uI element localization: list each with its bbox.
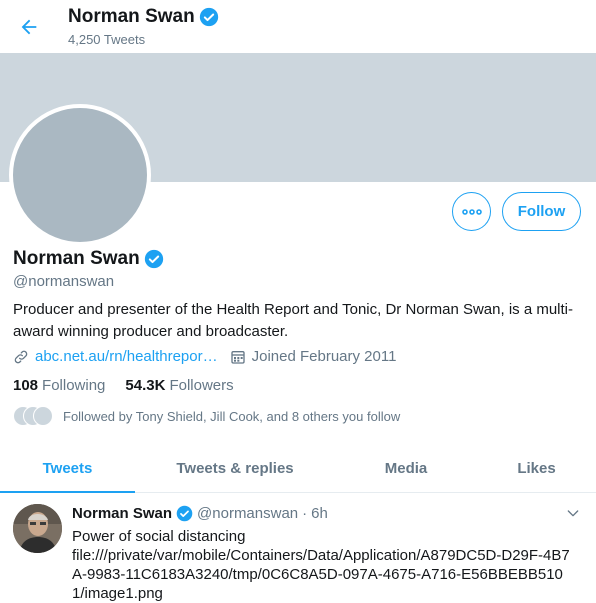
tab-likes[interactable]: Likes [477, 444, 596, 492]
following-stat[interactable]: 108 Following [13, 377, 105, 394]
profile-stats: 108 Following 54.3K Followers [13, 377, 234, 394]
profile-bio: Producer and presenter of the Health Rep… [13, 301, 573, 340]
profile-header-bar: Norman Swan 4,250 Tweets [0, 0, 596, 53]
tweet-text: Power of social distancing file:///priva… [72, 527, 572, 603]
mutual-follower-avatars [13, 406, 55, 426]
arrow-left-icon [21, 19, 37, 35]
profile-name: Norman Swan [13, 248, 140, 269]
header-tweet-count: 4,250 Tweets [68, 32, 146, 47]
tweet-time[interactable]: 6h [311, 505, 328, 522]
tab-media[interactable]: Media [335, 444, 477, 492]
profile-joined-date: Joined February 2011 [251, 348, 397, 365]
chevron-down-icon [567, 510, 579, 517]
followers-you-know[interactable]: Followed by Tony Shield, Jill Cook, and … [13, 406, 400, 426]
profile-handle: @normanswan [13, 273, 115, 290]
followed-by-text: Followed by Tony Shield, Jill Cook, and … [63, 408, 401, 424]
profile-name-row: Norman Swan [13, 248, 164, 270]
more-options-button[interactable] [452, 192, 491, 231]
profile-meta: abc.net.au/rn/healthrepor… Joined Februa… [13, 348, 396, 365]
followers-label: Followers [169, 377, 234, 394]
follow-button[interactable]: Follow [502, 192, 581, 231]
tweet-text-line: Power of social distancing [72, 528, 246, 545]
tweet-avatar[interactable] [13, 504, 62, 553]
verified-badge-icon [176, 505, 193, 522]
profile-avatar[interactable] [9, 104, 151, 246]
tab-tweets-and-replies[interactable]: Tweets & replies [135, 444, 335, 492]
verified-badge-icon [199, 7, 218, 27]
tweet-author-name[interactable]: Norman Swan [72, 505, 172, 522]
avatar [33, 406, 53, 426]
tab-tweets[interactable]: Tweets [0, 444, 135, 493]
tweet-header: Norman Swan @normanswan · 6h [72, 505, 328, 522]
followers-count: 54.3K [125, 377, 166, 394]
back-button[interactable] [14, 12, 44, 42]
tweet-menu-button[interactable] [565, 505, 581, 526]
tweet-author-handle[interactable]: @normanswan [197, 505, 298, 522]
verified-badge-icon [144, 249, 163, 269]
tweet[interactable]: Norman Swan @normanswan · 6h Power of so… [0, 493, 596, 603]
header-name-row: Norman Swan [68, 6, 219, 28]
avatar-photo [13, 504, 62, 553]
calendar-icon [230, 350, 245, 364]
tweet-separator: · [302, 505, 308, 522]
profile-tabs: Tweets Tweets & replies Media Likes [0, 444, 596, 493]
header-name: Norman Swan [68, 6, 195, 27]
following-count: 108 [13, 377, 39, 394]
followers-stat[interactable]: 54.3K Followers [125, 377, 233, 394]
following-label: Following [42, 377, 106, 394]
tweet-text-line: file:///private/var/mobile/Containers/Da… [72, 547, 570, 602]
profile-website-link[interactable]: abc.net.au/rn/healthrepor… [35, 348, 218, 365]
link-icon [14, 350, 28, 363]
more-horizontal-icon [461, 208, 482, 215]
